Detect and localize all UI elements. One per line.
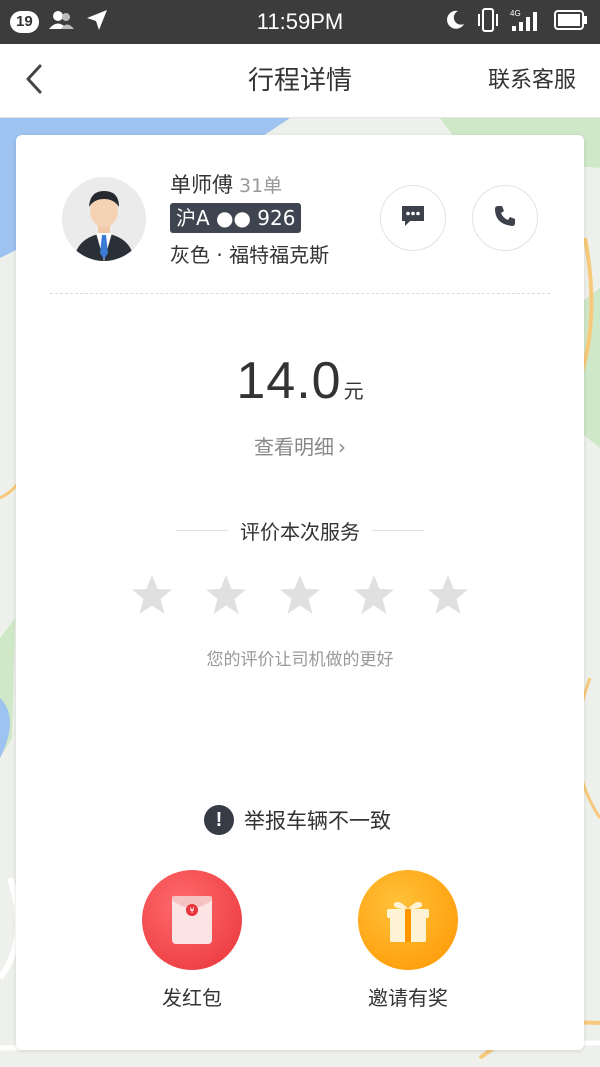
rating-line-left [176, 529, 228, 531]
navigation-bar: 行程详情 联系客服 [0, 44, 600, 118]
message-driver-button[interactable] [380, 185, 446, 251]
star-3-icon[interactable] [278, 573, 322, 617]
vibrate-icon [476, 7, 500, 37]
network-type-label: 4G [510, 9, 521, 18]
fare-amount: 14.0 元 [16, 351, 584, 411]
star-5-icon[interactable] [426, 573, 470, 617]
star-1-icon[interactable] [130, 573, 174, 617]
car-info: 灰色 · 福特福克斯 [170, 243, 330, 267]
driver-name: 单师傅 [170, 173, 233, 197]
star-4-icon[interactable] [352, 573, 396, 617]
red-packet-icon: ¥ [142, 870, 242, 970]
report-vehicle-mismatch-button[interactable]: ! 举报车辆不一致 [204, 805, 391, 835]
svg-text:¥: ¥ [189, 906, 194, 915]
trip-detail-card: 单师傅 31单 沪A ●● 926 灰色 · 福特福克斯 14.0 元 查看明细 › … [16, 135, 584, 1050]
view-fare-detail-link[interactable]: 查看明细 › [16, 431, 584, 460]
invite-reward-button[interactable]: 邀请有奖 [348, 870, 468, 1011]
contact-service-button[interactable]: 联系客服 [488, 44, 576, 118]
driver-name-row: 单师傅 31单 [170, 169, 282, 199]
rating-title: 评价本次服务 [240, 519, 360, 544]
star-rating [130, 573, 470, 617]
gift-icon [358, 870, 458, 970]
phone-icon [493, 204, 517, 232]
star-2-icon[interactable] [204, 573, 248, 617]
driver-order-count: 31单 [239, 175, 283, 197]
invite-reward-label: 邀请有奖 [368, 986, 448, 1010]
status-right: 4G [444, 0, 588, 44]
chat-bubble-icon [400, 204, 426, 232]
rating-line-right [372, 529, 424, 531]
status-bar: 19 11:59PM 4G [0, 0, 600, 44]
view-detail-label: 查看明细 [254, 435, 334, 459]
battery-icon [554, 9, 588, 35]
red-packet-label: 发红包 [162, 986, 222, 1010]
rating-hint: 您的评价让司机做的更好 [206, 650, 394, 670]
divider [50, 293, 550, 294]
report-label: 举报车辆不一致 [244, 809, 391, 833]
rating-header: 评价本次服务 [176, 515, 424, 545]
chevron-right-icon: › [338, 435, 346, 459]
exclamation-icon: ! [204, 805, 234, 835]
signal-icon: 4G [510, 8, 544, 36]
moon-icon [444, 9, 466, 35]
red-packet-button[interactable]: ¥ 发红包 [132, 870, 252, 1011]
fare-unit: 元 [343, 379, 364, 403]
call-driver-button[interactable] [472, 185, 538, 251]
driver-avatar [62, 177, 146, 261]
license-plate: 沪A ●● 926 [170, 203, 302, 233]
fare-value: 14.0 [236, 352, 342, 410]
